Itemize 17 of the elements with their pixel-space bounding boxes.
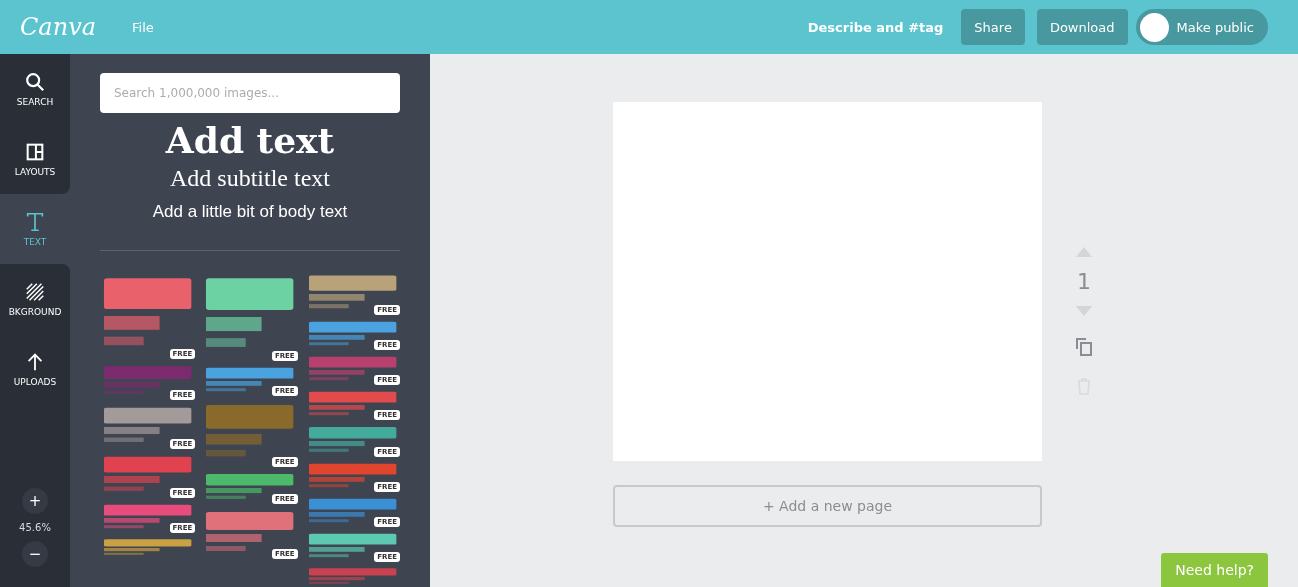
copy-icon[interactable]	[1074, 336, 1094, 356]
zoom-out-button[interactable]: −	[22, 541, 48, 567]
stripes-icon	[24, 281, 46, 303]
zoom-level: 45.6%	[19, 522, 51, 533]
sidebar-tab[interactable]: SEARCH	[0, 54, 70, 124]
layout-icon	[24, 141, 46, 163]
search-field[interactable]: Search 1,000,000 images...	[100, 73, 400, 113]
letter-t-icon	[24, 211, 46, 233]
sidebar-tab[interactable]: UPLOADS	[0, 334, 70, 404]
page-number: 1	[1077, 269, 1091, 294]
add-heading-button[interactable]: Add text	[165, 119, 335, 161]
search-icon	[24, 71, 46, 93]
add-subtitle-button[interactable]: Add subtitle text	[170, 165, 330, 192]
sidebar-tab[interactable]: BKGROUND	[0, 264, 70, 334]
zoom-in-button[interactable]: +	[22, 488, 48, 514]
sidebar-tab[interactable]: LAYOUTS	[0, 124, 70, 194]
add-body-text-button[interactable]: Add a little bit of body text	[152, 202, 348, 222]
